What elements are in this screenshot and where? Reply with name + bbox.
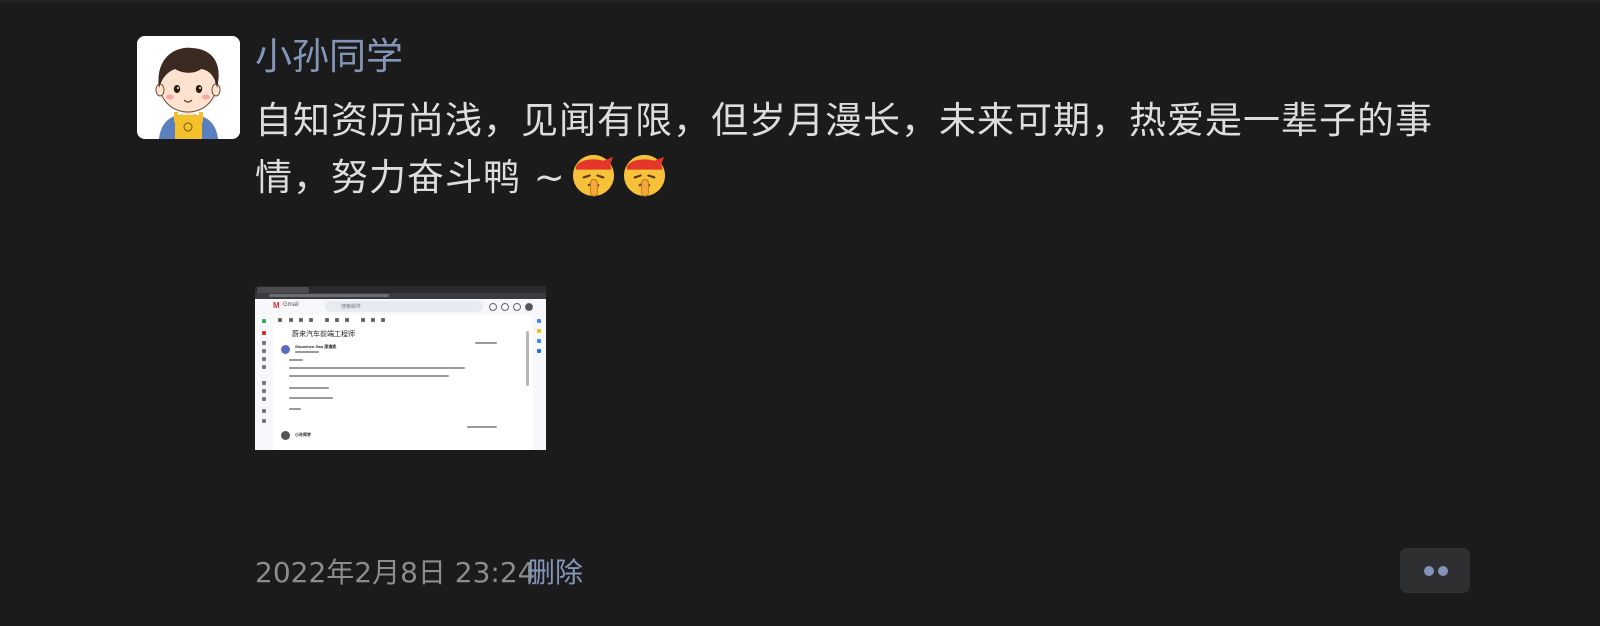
shushing-face-emoji-icon bbox=[621, 151, 668, 198]
keep-icon bbox=[537, 329, 541, 333]
more-dot-icon bbox=[1438, 566, 1448, 576]
compose-icon bbox=[262, 319, 266, 323]
keyboard-icon bbox=[262, 397, 266, 401]
gmail-search-placeholder: 搜索邮件 bbox=[341, 304, 362, 310]
delete-icon bbox=[309, 318, 313, 322]
meet-icon bbox=[262, 381, 266, 385]
author-avatar[interactable] bbox=[137, 36, 240, 139]
timestamp-line bbox=[475, 342, 497, 344]
post-text: 自知资历尚浅，见闻有限，但岁月漫长，未来可期，热爱是一辈子的事 情，努力奋斗鸭 … bbox=[255, 92, 1455, 206]
text-line bbox=[289, 359, 303, 361]
more-dot-icon bbox=[1424, 566, 1434, 576]
email-subject: 蔚来汽车前端工程师 bbox=[292, 330, 355, 338]
report-icon bbox=[299, 318, 303, 322]
post-text-line: 情，努力奋斗鸭 ~ bbox=[255, 149, 1455, 206]
post-text-line-content: 情，努力奋斗鸭 ~ bbox=[255, 156, 566, 199]
starred-icon bbox=[262, 341, 266, 345]
email-sender: Shuochen Gao 邵逸凯 bbox=[295, 344, 337, 349]
sender-avatar bbox=[281, 345, 290, 354]
text-line bbox=[289, 375, 449, 377]
back-arrow-icon bbox=[278, 318, 282, 322]
sent-icon bbox=[262, 357, 266, 361]
inbox-icon bbox=[262, 331, 266, 335]
timestamp-line bbox=[467, 426, 497, 428]
gmail-label: Gmail bbox=[283, 302, 299, 308]
address-text bbox=[269, 294, 389, 297]
help-icon bbox=[489, 303, 497, 311]
account-icon bbox=[525, 303, 533, 311]
mail-icon bbox=[325, 318, 329, 322]
snoozed-icon bbox=[262, 349, 266, 353]
text-line bbox=[289, 367, 465, 369]
post-text-line: 自知资历尚浅，见闻有限，但岁月漫长，未来可期，热爱是一辈子的事 bbox=[255, 99, 1433, 142]
reply-avatar bbox=[281, 431, 290, 440]
hangouts-icon bbox=[262, 409, 266, 413]
delete-button[interactable]: 删除 bbox=[527, 555, 583, 591]
reply-sender: 小孙同学 bbox=[295, 432, 311, 437]
contacts-icon bbox=[537, 349, 541, 353]
text-line bbox=[295, 351, 319, 353]
post-timestamp: 2022年2月8日 23:24 bbox=[255, 556, 536, 589]
gmail-right-panel bbox=[533, 315, 546, 450]
more-options-button[interactable] bbox=[1400, 548, 1470, 593]
drafts-icon bbox=[262, 365, 266, 369]
move-icon bbox=[361, 318, 365, 322]
tasks-icon bbox=[537, 339, 541, 343]
boy-avatar-icon bbox=[137, 36, 240, 139]
task-icon bbox=[345, 318, 349, 322]
top-divider bbox=[0, 0, 1600, 2]
author-name[interactable]: 小孙同学 bbox=[255, 34, 403, 80]
gmail-logo-icon: M bbox=[273, 301, 280, 310]
text-line bbox=[289, 397, 333, 399]
shushing-face-emoji-icon bbox=[570, 151, 617, 198]
settings-icon bbox=[501, 303, 509, 311]
label-icon bbox=[371, 318, 375, 322]
calendar-icon bbox=[537, 319, 541, 323]
clock-icon bbox=[335, 318, 339, 322]
scrollbar bbox=[526, 331, 529, 386]
contact-icon bbox=[262, 419, 266, 423]
attached-screenshot[interactable]: M Gmail 搜索邮件 蔚来汽车前端工程师 Shuochen Gao 邵逸凯 … bbox=[255, 286, 546, 450]
apps-icon bbox=[513, 303, 521, 311]
video-icon bbox=[262, 389, 266, 393]
more-icon bbox=[381, 318, 385, 322]
text-line bbox=[289, 408, 301, 410]
text-line bbox=[289, 387, 329, 389]
archive-icon bbox=[289, 318, 293, 322]
